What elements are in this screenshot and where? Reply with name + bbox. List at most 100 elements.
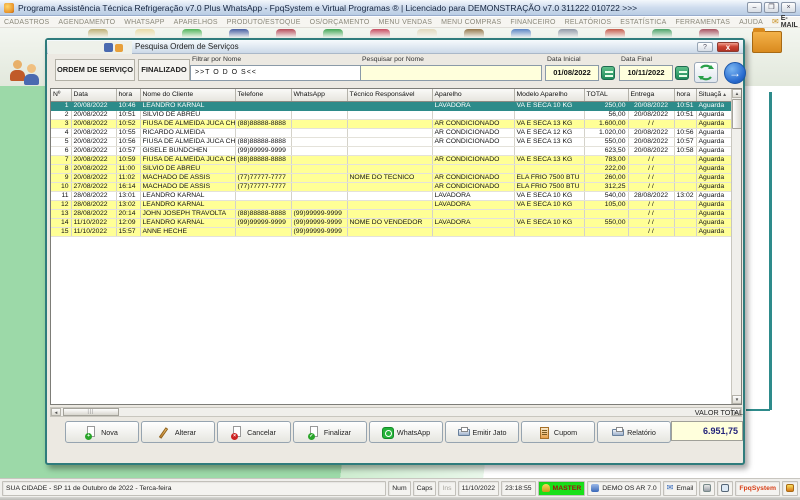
grid-row[interactable]: 120/08/202210:46LEANDRO KARNALLAVADORAVA… (51, 101, 736, 110)
grid-cell (235, 164, 291, 173)
date-end-field[interactable]: 10/11/2022 (619, 65, 673, 81)
grid-row[interactable]: 220/08/202210:51SILVIO DE ABREU56,0020/0… (51, 110, 736, 119)
grid-row[interactable]: 1228/08/202213:02LEANDRO KARNALLAVADORAV… (51, 200, 736, 209)
grid-row[interactable]: 920/08/202211:02MACHADO DE ASSIS(77)7777… (51, 173, 736, 182)
grid-cell: 20/08/2022 (628, 101, 674, 110)
toolbar-icon-partial[interactable] (276, 29, 296, 38)
grid-column-header[interactable]: hora (674, 89, 696, 101)
menu-item-cadastros[interactable]: CADASTROS (4, 19, 49, 26)
go-button[interactable]: → (724, 62, 746, 84)
grid-row[interactable]: 1128/08/202213:01LEANDRO KARNALLAVADORAV… (51, 191, 736, 200)
grid-column-header[interactable]: Nº (51, 89, 71, 101)
scroll-left-icon[interactable]: ◄ (51, 408, 61, 416)
toolbar-icon-partial[interactable] (699, 29, 719, 38)
date-start-field[interactable]: 01/08/2022 (545, 65, 599, 81)
grid-cell (432, 110, 514, 119)
search-input[interactable] (360, 65, 542, 81)
menu-item-menu-compras[interactable]: MENU COMPRAS (441, 19, 501, 26)
grid-row[interactable]: 620/08/202210:57GISELE BUNDCHEN(99)99999… (51, 146, 736, 155)
grid-column-header[interactable]: Técnico Responsável (347, 89, 432, 101)
toolbar-icon-partial[interactable] (464, 29, 484, 38)
cupom-button[interactable]: Cupom (521, 421, 595, 443)
grid-column-header[interactable]: WhatsApp (291, 89, 347, 101)
grid-column-header[interactable]: Modelo Aparelho (514, 89, 584, 101)
toolbar-icon-partial[interactable] (511, 29, 531, 38)
whatsapp-button[interactable]: WhatsApp (369, 421, 443, 443)
grid-cell (291, 128, 347, 137)
calendar-icon[interactable] (601, 66, 615, 80)
grid-column-header[interactable]: hora (116, 89, 140, 101)
whatsapp-icon (382, 426, 393, 439)
toolbar-icon-partial[interactable] (417, 29, 437, 38)
toolbar-icon-partial[interactable] (605, 29, 625, 38)
dialog-close-button[interactable]: x (717, 42, 739, 52)
grid-cell (291, 119, 347, 128)
alterar-button[interactable]: Alterar (141, 421, 215, 443)
scroll-up-icon[interactable]: ▲ (732, 89, 742, 98)
toolbar-icon-partial[interactable] (323, 29, 343, 38)
menu-item-aparelhos[interactable]: APARELHOS (174, 19, 218, 26)
grid-row[interactable]: 1511/10/202215:57ANNE HECHE(99)99999-999… (51, 227, 736, 236)
toolbar-icon-partial[interactable] (558, 29, 578, 38)
vertical-scrollbar[interactable]: ▲ ▼ (731, 89, 741, 404)
toolbar-icon-partial[interactable] (182, 29, 202, 38)
grid-cell: 10:46 (116, 101, 140, 110)
grid-cell: ELA FRIO 7500 BTU (514, 173, 584, 182)
scrollbar-thumb[interactable]: ||| (63, 408, 119, 416)
grid-cell (674, 200, 696, 209)
grid-column-header[interactable]: TOTAL (584, 89, 628, 101)
toolbar-icon-partial[interactable] (88, 29, 108, 38)
grid-cell: SILVIO DE ABREU (140, 164, 235, 173)
grid-column-header[interactable]: Telefone (235, 89, 291, 101)
grid-cell (291, 146, 347, 155)
grid-row[interactable]: 1328/08/202220:14JOHN JOSEPH TRAVOLTA(88… (51, 209, 736, 218)
grid-row[interactable]: 320/08/202210:52FIUSA DE ALMEIDA JUCA CH… (51, 119, 736, 128)
menu-item-os-or-amento[interactable]: OS/ORÇAMENTO (310, 19, 370, 26)
grid-row[interactable]: 1027/08/202216:14MACHADO DE ASSIS(77)777… (51, 182, 736, 191)
menu-item-financeiro[interactable]: FINANCEIRO (510, 19, 555, 26)
toolbar-icon-partial[interactable] (652, 29, 672, 38)
refresh-button[interactable] (694, 62, 718, 83)
cancelar-button[interactable]: ×Cancelar (217, 421, 291, 443)
grid-cell (432, 227, 514, 236)
close-button[interactable]: × (781, 2, 796, 13)
grid-cell: ELA FRIO 7500 BTU (514, 182, 584, 191)
grid-column-header[interactable]: Nome do Cliente (140, 89, 235, 101)
grid-row[interactable]: 420/08/202210:55RICARDO ALMEIDAAR CONDIC… (51, 128, 736, 137)
relat-rio-button[interactable]: Relatório (597, 421, 671, 443)
menu-item-agendamento[interactable]: AGENDAMENTO (58, 19, 115, 26)
emitir-jato-button[interactable]: Emitir Jato (445, 421, 519, 443)
grid-column-header[interactable]: Situaçã▲ (696, 89, 736, 101)
calendar-icon[interactable] (675, 66, 689, 80)
grid-column-header[interactable]: Aparelho (432, 89, 514, 101)
menu-item-whatsapp[interactable]: WHATSAPP (124, 19, 164, 26)
folder-icon[interactable] (752, 31, 782, 53)
maximize-button[interactable]: ❒ (764, 2, 779, 13)
menu-item-relat-rios[interactable]: RELATÓRIOS (565, 19, 612, 26)
grid-row[interactable]: 520/08/202210:56FIUSA DE ALMEIDA JUCA CH… (51, 137, 736, 146)
printer2-icon (703, 484, 711, 492)
grid-column-header[interactable]: Data (71, 89, 116, 101)
nova-button[interactable]: +Nova (65, 421, 139, 443)
grid-row[interactable]: 720/08/202210:59FIUSA DE ALMEIDA JUCA CH… (51, 155, 736, 164)
toolbar-icon-partial[interactable] (370, 29, 390, 38)
toolbar-icon-partial[interactable] (229, 29, 249, 38)
dialog-help-button[interactable]: ? (697, 42, 713, 52)
menu-item-produto-estoque[interactable]: PRODUTO/ESTOQUE (227, 19, 301, 26)
menu-item-ferramentas[interactable]: FERRAMENTAS (675, 19, 730, 26)
menu-item-ajuda[interactable]: AJUDA (739, 19, 763, 26)
dialog-titlebar[interactable]: Pesquisa Ordem de Serviços (47, 40, 743, 54)
menu-item-estat-stica[interactable]: ESTATÍSTICA (620, 19, 666, 26)
grid-cell: 20/08/2022 (71, 155, 116, 164)
menu-item-menu-vendas[interactable]: MENU VENDAS (379, 19, 433, 26)
grid-row[interactable]: 820/08/202211:00SILVIO DE ABREU222,00/ /… (51, 164, 736, 173)
grid-cell: Aguarda (696, 155, 736, 164)
toolbar-icon-partial[interactable] (135, 29, 155, 38)
menu-item-email[interactable]: ✉ E-MAIL (772, 15, 798, 29)
grid-row[interactable]: 1411/10/202212:09LEANDRO KARNAL(99)99999… (51, 218, 736, 227)
scroll-down-icon[interactable]: ▼ (732, 395, 742, 404)
grid-column-header[interactable]: Entrega (628, 89, 674, 101)
scrollbar-thumb[interactable] (732, 99, 742, 129)
minimize-button[interactable]: – (747, 2, 762, 13)
finalizar-button[interactable]: ✓Finalizar (293, 421, 367, 443)
